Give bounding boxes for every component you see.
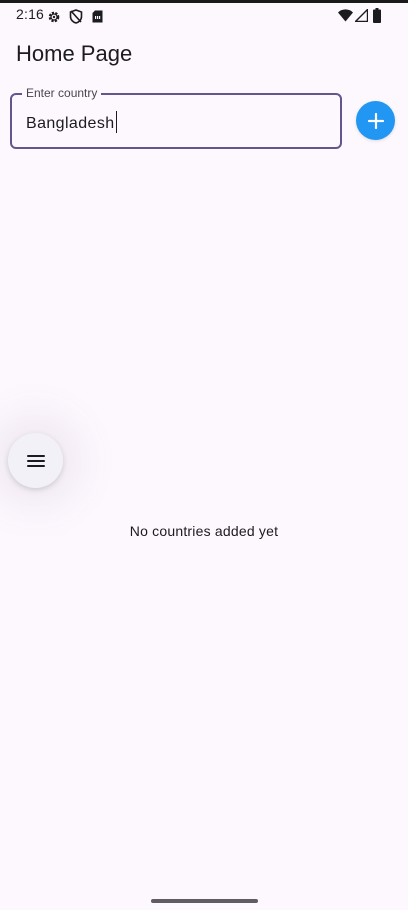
plus-icon	[367, 112, 384, 129]
shield-off-icon	[69, 9, 83, 24]
floating-menu-button[interactable]	[8, 433, 63, 488]
battery-icon	[373, 8, 381, 23]
empty-state-message: No countries added yet	[129, 523, 279, 539]
menu-icon	[26, 454, 45, 467]
add-country-button[interactable]	[356, 101, 395, 140]
gear-icon	[48, 11, 60, 23]
sim-card-icon	[92, 10, 103, 23]
status-bar: 2:16	[0, 3, 408, 27]
status-time: 2:16	[16, 6, 45, 22]
gesture-navigation-bar[interactable]	[151, 899, 258, 903]
country-input-label: Enter country	[22, 85, 102, 101]
text-caret	[115, 111, 118, 133]
page-title: Home Page	[16, 41, 133, 66]
country-input-field[interactable]: Enter country Bangladesh	[10, 85, 342, 149]
country-input-value-wrap[interactable]: Bangladesh	[26, 111, 118, 134]
cell-signal-icon	[355, 9, 368, 22]
wifi-icon	[338, 9, 353, 22]
country-input-value[interactable]: Bangladesh	[26, 115, 115, 132]
